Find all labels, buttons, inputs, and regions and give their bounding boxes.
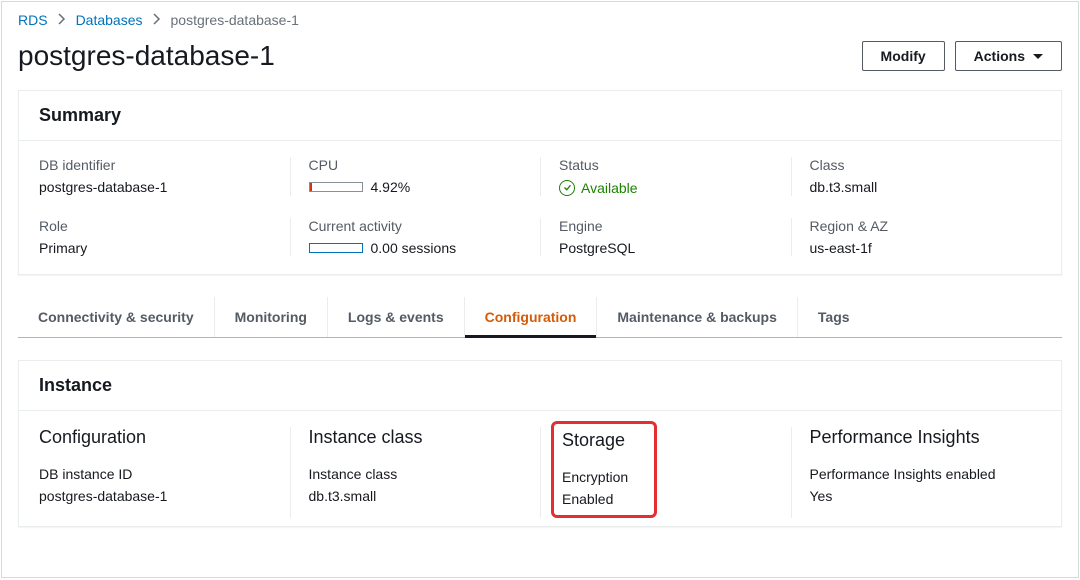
tabs: Connectivity & security Monitoring Logs … — [18, 297, 1062, 338]
breadcrumb-databases[interactable]: Databases — [76, 12, 143, 28]
db-instance-id-label: DB instance ID — [39, 466, 280, 482]
encryption-label: Encryption — [562, 469, 628, 485]
instance-class-value: db.t3.small — [309, 488, 531, 504]
configuration-heading: Configuration — [39, 427, 280, 448]
caret-down-icon — [1033, 54, 1043, 59]
region-value: us-east-1f — [810, 240, 1032, 256]
engine-label: Engine — [559, 218, 781, 234]
class-label: Class — [810, 157, 1032, 173]
tab-configuration[interactable]: Configuration — [464, 297, 597, 337]
region-label: Region & AZ — [810, 218, 1032, 234]
summary-heading: Summary — [19, 91, 1061, 141]
db-identifier-value: postgres-database-1 — [39, 179, 280, 195]
db-instance-id-value: postgres-database-1 — [39, 488, 280, 504]
performance-enabled-label: Performance Insights enabled — [810, 466, 1032, 482]
performance-heading: Performance Insights — [810, 427, 1032, 448]
storage-highlight: Storage Encryption Enabled — [551, 421, 657, 518]
role-label: Role — [39, 218, 280, 234]
instance-class-label: Instance class — [309, 466, 531, 482]
activity-bar — [309, 243, 363, 253]
instance-panel: Instance Configuration DB instance ID po… — [18, 360, 1062, 527]
cpu-label: CPU — [309, 157, 531, 173]
storage-heading: Storage — [562, 430, 628, 451]
activity-label: Current activity — [309, 218, 531, 234]
check-circle-icon — [559, 180, 575, 196]
db-identifier-label: DB identifier — [39, 157, 280, 173]
chevron-right-icon — [58, 12, 66, 28]
class-value: db.t3.small — [810, 179, 1032, 195]
performance-enabled-value: Yes — [810, 488, 1032, 504]
engine-value: PostgreSQL — [559, 240, 781, 256]
tab-monitoring[interactable]: Monitoring — [214, 297, 327, 337]
cpu-bar — [309, 182, 363, 192]
summary-panel: Summary DB identifier postgres-database-… — [18, 90, 1062, 275]
tab-logs[interactable]: Logs & events — [327, 297, 464, 337]
encryption-value: Enabled — [562, 491, 628, 507]
actions-dropdown-button[interactable]: Actions — [955, 41, 1062, 71]
cpu-value: 4.92% — [371, 179, 411, 195]
breadcrumb-current: postgres-database-1 — [171, 12, 299, 28]
modify-button[interactable]: Modify — [862, 41, 945, 71]
tab-connectivity[interactable]: Connectivity & security — [18, 297, 214, 337]
status-value: Available — [581, 180, 638, 196]
chevron-right-icon — [153, 12, 161, 28]
breadcrumb: RDS Databases postgres-database-1 — [18, 2, 1062, 36]
role-value: Primary — [39, 240, 280, 256]
instance-class-heading: Instance class — [309, 427, 531, 448]
breadcrumb-rds[interactable]: RDS — [18, 12, 48, 28]
tab-maintenance[interactable]: Maintenance & backups — [596, 297, 797, 337]
tab-tags[interactable]: Tags — [797, 297, 870, 337]
activity-value[interactable]: 0.00 sessions — [371, 240, 457, 256]
page-title: postgres-database-1 — [18, 40, 275, 72]
status-label: Status — [559, 157, 781, 173]
actions-label: Actions — [974, 48, 1025, 64]
instance-heading: Instance — [19, 361, 1061, 411]
